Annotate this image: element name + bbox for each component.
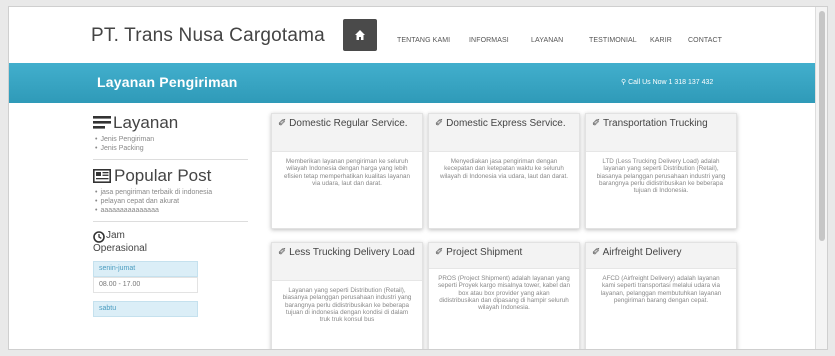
popular-post-item[interactable]: aaaaaaaaaaaaaaa xyxy=(95,206,248,215)
service-description: Layanan yang seperti Distribution (Retai… xyxy=(282,287,412,324)
home-button[interactable] xyxy=(343,19,377,51)
service-card-project-shipment[interactable]: ✐ Project Shipment PROS (Project Shipmen… xyxy=(428,242,580,349)
list-icon xyxy=(93,116,111,129)
page-title: Layanan Pengiriman xyxy=(97,74,238,90)
call-us-text: ⚲ Call Us Now 1 318 137 432 xyxy=(621,79,714,86)
popular-post-item[interactable]: jasa pengiriman terbaik di indonesia xyxy=(95,188,248,197)
scrollbar-thumb[interactable] xyxy=(819,11,825,241)
service-card-less-trucking[interactable]: ✐ Less Trucking Delivery Load Layanan ya… xyxy=(271,242,423,349)
popular-heading: Popular Post xyxy=(93,166,248,186)
jam-title: Jam xyxy=(106,230,125,241)
nav-tentang-kami[interactable]: TENTANG KAMI xyxy=(397,37,450,44)
popular-list: jasa pengiriman terbaik di indonesia pel… xyxy=(93,188,248,215)
clock-icon xyxy=(93,231,105,243)
brand-logo-text[interactable]: PT. Trans Nusa Cargotama xyxy=(91,25,325,47)
service-description: Menyediakan jasa pengiriman dengan kecep… xyxy=(439,158,569,180)
layanan-heading: Layanan xyxy=(93,113,248,133)
jam-day-row: senin-jumat xyxy=(93,261,198,277)
nav-contact[interactable]: CONTACT xyxy=(688,37,722,44)
service-title[interactable]: ✐ Airfreight Delivery xyxy=(586,243,736,269)
nav-karir[interactable]: KARIR xyxy=(650,37,672,44)
divider xyxy=(93,159,248,160)
service-card-transportation-trucking[interactable]: ✐ Transportation Trucking LTD (Less Truc… xyxy=(585,113,737,229)
service-card-airfreight[interactable]: ✐ Airfreight Delivery AFCD (Airfreight D… xyxy=(585,242,737,349)
popular-title: Popular Post xyxy=(114,166,212,185)
jam-title-line2: Operasional xyxy=(93,243,147,254)
jam-heading: Jam xyxy=(93,230,248,243)
jam-title-line1: Jam xyxy=(106,230,125,241)
service-description: AFCD (Airfreight Delivery) adalah layana… xyxy=(600,275,722,304)
divider xyxy=(93,221,248,222)
service-card-domestic-regular[interactable]: ✐ Domestic Regular Service. Memberikan l… xyxy=(271,113,423,229)
service-title[interactable]: ✐ Less Trucking Delivery Load xyxy=(272,243,422,281)
service-title[interactable]: ✐ Domestic Express Service. xyxy=(429,114,579,152)
layanan-list: Jenis Pengiriman Jenis Packing xyxy=(93,135,248,153)
popular-post-item[interactable]: pelayan cepat dan akurat xyxy=(95,197,248,206)
sidebar-link-jenis-pengiriman[interactable]: Jenis Pengiriman xyxy=(95,135,248,144)
nav-layanan[interactable]: LAYANAN xyxy=(531,37,563,44)
vertical-scrollbar[interactable] xyxy=(815,7,827,349)
service-description: LTD (Less Trucking Delivery Load) adalah… xyxy=(596,158,726,195)
browser-viewport: PT. Trans Nusa Cargotama TENTANG KAMI IN… xyxy=(8,6,828,350)
page-banner: Layanan Pengiriman ⚲ Call Us Now 1 318 1… xyxy=(9,63,817,103)
sidebar: Layanan Jenis Pengiriman Jenis Packing P… xyxy=(93,113,248,317)
nav-informasi[interactable]: INFORMASI xyxy=(469,37,509,44)
home-icon xyxy=(355,30,365,40)
jam-day-row: sabtu xyxy=(93,301,198,317)
service-card-domestic-express[interactable]: ✐ Domestic Express Service. Menyediakan … xyxy=(428,113,580,229)
service-title[interactable]: ✐ Domestic Regular Service. xyxy=(272,114,422,152)
nav-testimonial[interactable]: TESTIMONIAL xyxy=(589,37,637,44)
jam-time-row: 08.00 - 17.00 xyxy=(93,277,198,293)
news-icon xyxy=(93,169,111,183)
service-description: PROS (Project Shipment) adalah layanan y… xyxy=(438,275,570,312)
service-title[interactable]: ✐ Transportation Trucking xyxy=(586,114,736,152)
top-navbar: PT. Trans Nusa Cargotama TENTANG KAMI IN… xyxy=(9,7,817,63)
sidebar-link-jenis-packing[interactable]: Jenis Packing xyxy=(95,144,248,153)
layanan-title: Layanan xyxy=(113,113,179,132)
service-title[interactable]: ✐ Project Shipment xyxy=(429,243,579,269)
service-description: Memberikan layanan pengiriman ke seluruh… xyxy=(283,158,410,187)
